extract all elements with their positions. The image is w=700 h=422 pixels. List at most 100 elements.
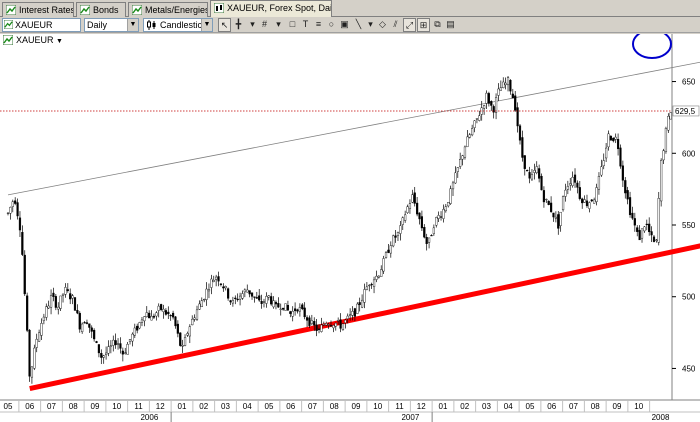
ellipse-tool-icon[interactable]: ○ <box>325 18 338 32</box>
snap-tool-icon[interactable]: ⊞ <box>417 18 430 32</box>
candle-body <box>616 139 620 150</box>
candle-body <box>573 174 577 183</box>
x-tick-label: 12 <box>156 402 165 411</box>
x-tick-label: 06 <box>25 402 34 411</box>
candle-body <box>380 269 383 277</box>
fibonacci-tool-icon[interactable]: ≡ <box>312 18 325 32</box>
x-tick-label: 10 <box>112 402 121 411</box>
candle-body <box>442 209 445 219</box>
x-tick-label: 12 <box>417 402 426 411</box>
candle-body <box>52 292 55 297</box>
link-tool-icon[interactable]: ⧉ <box>431 18 444 32</box>
candle-body <box>502 81 505 89</box>
candle-body <box>346 315 349 320</box>
candle-body <box>435 217 438 226</box>
candle-body <box>183 337 187 346</box>
x-tick-label: 04 <box>243 402 252 411</box>
candle-body <box>401 217 404 225</box>
candle-body <box>461 155 464 160</box>
candle-body <box>54 296 57 308</box>
properties-tool-icon[interactable]: ▤ <box>444 18 457 32</box>
marker-tool-icon[interactable]: ▣ <box>338 18 351 32</box>
tab-xaueur-daily[interactable]: XAUEUR, Forex Spot, Daily <box>210 0 332 17</box>
candle-body <box>71 295 74 299</box>
candle-body <box>200 300 203 308</box>
zoom-options-icon[interactable]: ▾ <box>272 18 285 32</box>
candle-body <box>392 235 395 247</box>
chart-style-dropdown[interactable]: Candlestick ▼ <box>143 18 213 32</box>
candle-body <box>315 324 318 332</box>
candle-body <box>90 327 93 332</box>
grid-tool-icon[interactable]: # <box>258 18 271 32</box>
chart-canvas[interactable]: 450 500 550 600 650 05 06 07 08 09 10 11 12 01 02 03 04… <box>0 34 700 422</box>
symbol-selector[interactable]: XAUEUR <box>2 18 81 32</box>
candle-body <box>590 199 593 202</box>
chevron-down-icon[interactable]: ▼ <box>56 38 63 45</box>
candle-body <box>152 315 156 318</box>
candle-body <box>313 321 316 326</box>
y-tick-label: 650 <box>682 78 696 87</box>
candlestick-series <box>6 76 672 384</box>
candle-body <box>238 295 242 300</box>
candle-body <box>605 147 608 159</box>
candle-body <box>215 276 218 280</box>
candle-body <box>203 299 206 301</box>
candle-body <box>526 170 529 172</box>
candle-body <box>660 160 663 202</box>
crosshair-tool-icon[interactable]: ╋ <box>232 18 245 32</box>
candle-body <box>451 182 455 190</box>
tab-bonds[interactable]: Bonds <box>76 2 126 17</box>
candle-body <box>349 314 352 316</box>
candle-body <box>569 183 572 186</box>
rectangle-tool-icon[interactable]: □ <box>286 18 299 32</box>
candle-body <box>83 322 86 324</box>
candle-body <box>294 308 297 312</box>
candle-body <box>59 295 62 309</box>
candle-body <box>102 355 105 358</box>
series-legend[interactable]: XAUEUR ▼ <box>3 35 63 47</box>
x-axis-year-labels: 2006 2007 2008 <box>140 412 670 422</box>
candle-body <box>509 80 512 92</box>
candle-body <box>418 212 421 220</box>
chevron-down-icon[interactable]: ▼ <box>201 19 212 31</box>
candle-body <box>626 190 629 200</box>
candle-body <box>396 232 400 236</box>
pointer-tool-icon[interactable]: ↖ <box>218 18 231 32</box>
candle-body <box>35 338 38 348</box>
chart-style-value: Candlestick <box>160 20 207 30</box>
candle-body <box>33 347 36 369</box>
eraser-tool-icon[interactable]: ◇ <box>376 18 389 32</box>
candle-body <box>353 308 357 317</box>
candle-body <box>578 187 581 199</box>
candle-body <box>246 289 249 293</box>
candle-body <box>286 304 290 311</box>
x-tick-label: 09 <box>352 402 361 411</box>
candle-body <box>657 198 660 243</box>
support-trendline[interactable] <box>29 243 700 391</box>
candle-body <box>104 352 108 356</box>
price-chart[interactable]: 450 500 550 600 650 05 06 07 08 09 10 11 12 01 02 03 04… <box>0 34 700 422</box>
chevron-down-icon[interactable]: ▼ <box>127 19 138 31</box>
tab-interest-rates[interactable]: Interest Rates <box>2 2 74 17</box>
y-tick-label: 500 <box>682 293 696 302</box>
candle-body <box>248 290 251 295</box>
candle-body <box>633 218 636 226</box>
channel-tool-icon[interactable]: ⫽ <box>389 18 402 32</box>
candle-body <box>298 307 301 312</box>
candle-body <box>143 316 146 322</box>
y-tick-label: 550 <box>682 221 696 230</box>
tab-label: Bonds <box>93 5 119 15</box>
resistance-trendline[interactable] <box>7 61 700 196</box>
x-tick-label: 08 <box>69 402 78 411</box>
expand-tool-icon[interactable]: ⤢ <box>403 18 416 32</box>
candle-body <box>566 186 569 190</box>
tab-metals-energies[interactable]: Metals/Energies <box>128 2 208 17</box>
candle-body <box>250 292 254 297</box>
x-tick-label: 07 <box>569 402 578 411</box>
candle-body <box>662 150 665 161</box>
candle-body <box>466 136 469 148</box>
candle-body <box>167 311 170 315</box>
x-tick-label: 03 <box>221 402 230 411</box>
text-tool-icon[interactable]: T <box>299 18 312 32</box>
period-dropdown[interactable]: Daily ▼ <box>84 18 139 32</box>
